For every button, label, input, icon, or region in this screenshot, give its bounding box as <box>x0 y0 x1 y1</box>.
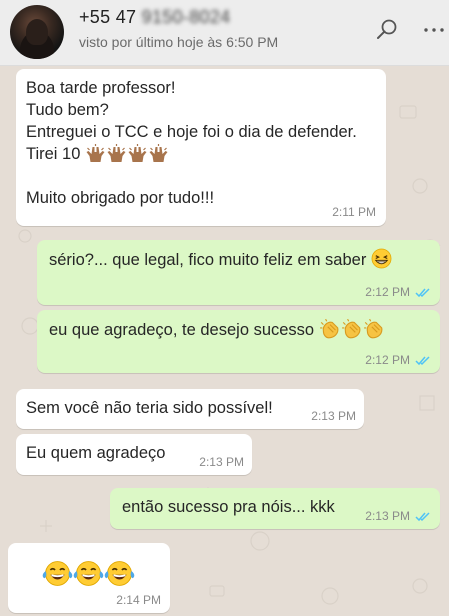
face-with-tears-of-joy-emoji <box>73 559 104 588</box>
message-text: Boa tarde professor! Tudo bem? Entreguei o… <box>26 79 357 207</box>
message-time: 2:13 PM <box>199 455 244 469</box>
message-time: 2:12 PM <box>365 353 410 367</box>
message-bubble-incoming[interactable]: Sem você não teria sido possível! 2:13 P… <box>16 389 364 429</box>
message-time: 2:11 PM <box>332 205 376 219</box>
message-text: Sem você não teria sido possível! <box>26 399 273 417</box>
search-icon <box>377 19 397 39</box>
read-receipt-icon <box>415 511 431 522</box>
message-text: então sucesso pra nóis... kkk <box>122 498 335 516</box>
search-button[interactable] <box>373 16 401 44</box>
message-bubble-incoming[interactable]: Boa tarde professor! Tudo bem? Entreguei o… <box>16 69 386 226</box>
grinning-squinting-face-emoji <box>371 248 392 269</box>
message-bubble-outgoing[interactable]: sério?... que legal, fico muito feliz em… <box>37 240 440 305</box>
clapping-hands-emoji <box>319 318 341 340</box>
menu-icon <box>424 28 444 32</box>
read-receipt-icon <box>415 287 431 298</box>
last-seen-status: visto por último hoje às 6:50 PM <box>79 34 279 50</box>
contact-name[interactable]: +55 47 9150-8024 <box>79 7 230 28</box>
message-text: Eu quem agradeço <box>26 444 166 462</box>
chat-area[interactable]: Boa tarde professor! Tudo bem? Entreguei o… <box>0 66 449 616</box>
clapping-hands-emoji <box>363 318 385 340</box>
raising-hands-emoji <box>106 143 127 163</box>
message-time: 2:14 PM <box>116 593 161 607</box>
message-bubble-incoming[interactable]: 2:14 PM <box>8 543 170 613</box>
message-time: 2:13 PM <box>311 409 356 423</box>
chat-header: +55 47 9150-8024 visto por último hoje à… <box>0 0 449 66</box>
raising-hands-emoji <box>127 143 148 163</box>
raising-hands-emoji <box>85 143 106 163</box>
contact-name-masked: 9150-8024 <box>141 7 231 27</box>
message-bubble-outgoing[interactable]: eu que agradeço, te desejo sucesso 2:12 … <box>37 310 440 373</box>
contact-name-prefix: +55 47 <box>79 7 137 27</box>
read-receipt-icon <box>415 355 431 366</box>
menu-button[interactable] <box>420 16 448 44</box>
message-time: 2:12 PM <box>365 285 410 299</box>
message-bubble-incoming[interactable]: Eu quem agradeço 2:13 PM <box>16 434 252 475</box>
face-with-tears-of-joy-emoji <box>42 559 73 588</box>
clapping-hands-emoji <box>341 318 363 340</box>
contact-avatar[interactable] <box>10 5 64 59</box>
raising-hands-emoji <box>148 143 169 163</box>
face-with-tears-of-joy-emoji <box>104 559 135 588</box>
message-time: 2:13 PM <box>365 509 410 523</box>
message-bubble-outgoing[interactable]: então sucesso pra nóis... kkk 2:13 PM <box>110 488 440 529</box>
message-text: sério?... que legal, fico muito feliz em… <box>49 248 392 271</box>
message-text: eu que agradeço, te desejo sucesso <box>49 318 385 341</box>
message-emoji <box>42 559 135 593</box>
